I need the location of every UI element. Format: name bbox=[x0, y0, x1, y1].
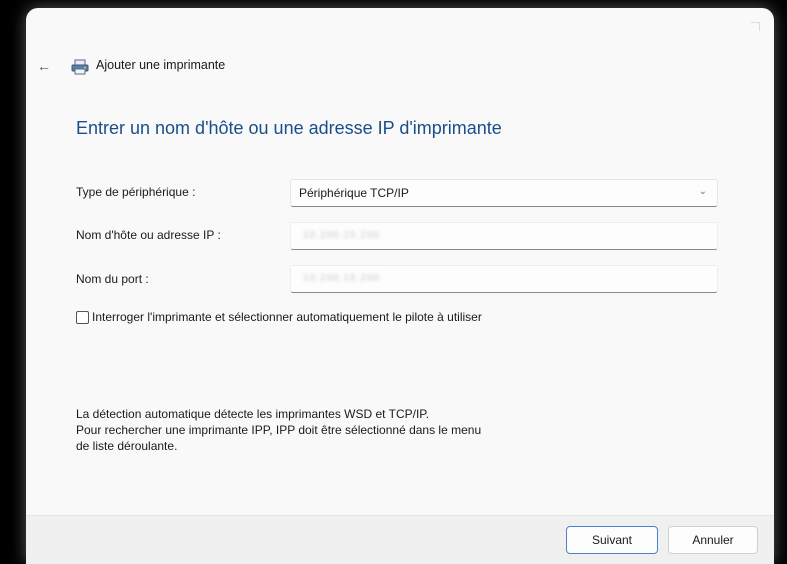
hostname-label: Nom d'hôte ou adresse IP : bbox=[76, 228, 221, 242]
chevron-down-icon: ⌄ bbox=[698, 186, 707, 197]
hostname-input[interactable]: 10.200.15.200 bbox=[290, 222, 718, 250]
printer-icon bbox=[71, 59, 89, 75]
window-title: Ajouter une imprimante bbox=[96, 58, 226, 72]
hostname-value: 10.200.15.200 bbox=[303, 230, 380, 241]
device-type-label: Type de périphérique : bbox=[76, 185, 196, 199]
title-bar: ← Ajouter une imprimante bbox=[26, 56, 774, 80]
port-name-value: 10.200.15.200 bbox=[303, 273, 380, 284]
info-line: de liste déroulante. bbox=[76, 439, 178, 453]
device-type-value: Périphérique TCP/IP bbox=[299, 186, 409, 200]
port-name-input[interactable]: 10.200.15.200 bbox=[290, 265, 718, 293]
cancel-button[interactable]: Annuler bbox=[668, 526, 758, 554]
back-arrow-icon[interactable]: ← bbox=[34, 56, 54, 76]
info-line: La détection automatique détecte les imp… bbox=[76, 407, 430, 421]
window-corner-icon bbox=[751, 22, 760, 31]
page-heading: Entrer un nom d'hôte ou une adresse IP d… bbox=[76, 118, 502, 138]
device-type-select[interactable]: Périphérique TCP/IP ⌄ bbox=[290, 179, 718, 207]
next-button[interactable]: Suivant bbox=[566, 526, 658, 554]
autodetect-label[interactable]: Interroger l'imprimante et sélectionner … bbox=[92, 310, 482, 324]
port-label: Nom du port : bbox=[76, 272, 149, 286]
info-line: Pour rechercher une imprimante IPP, IPP … bbox=[76, 423, 482, 437]
info-text: La détection automatique détecte les imp… bbox=[76, 406, 481, 454]
add-printer-dialog: ← Ajouter une imprimante Entrer un nom d… bbox=[26, 8, 774, 564]
autodetect-checkbox[interactable] bbox=[76, 311, 89, 324]
